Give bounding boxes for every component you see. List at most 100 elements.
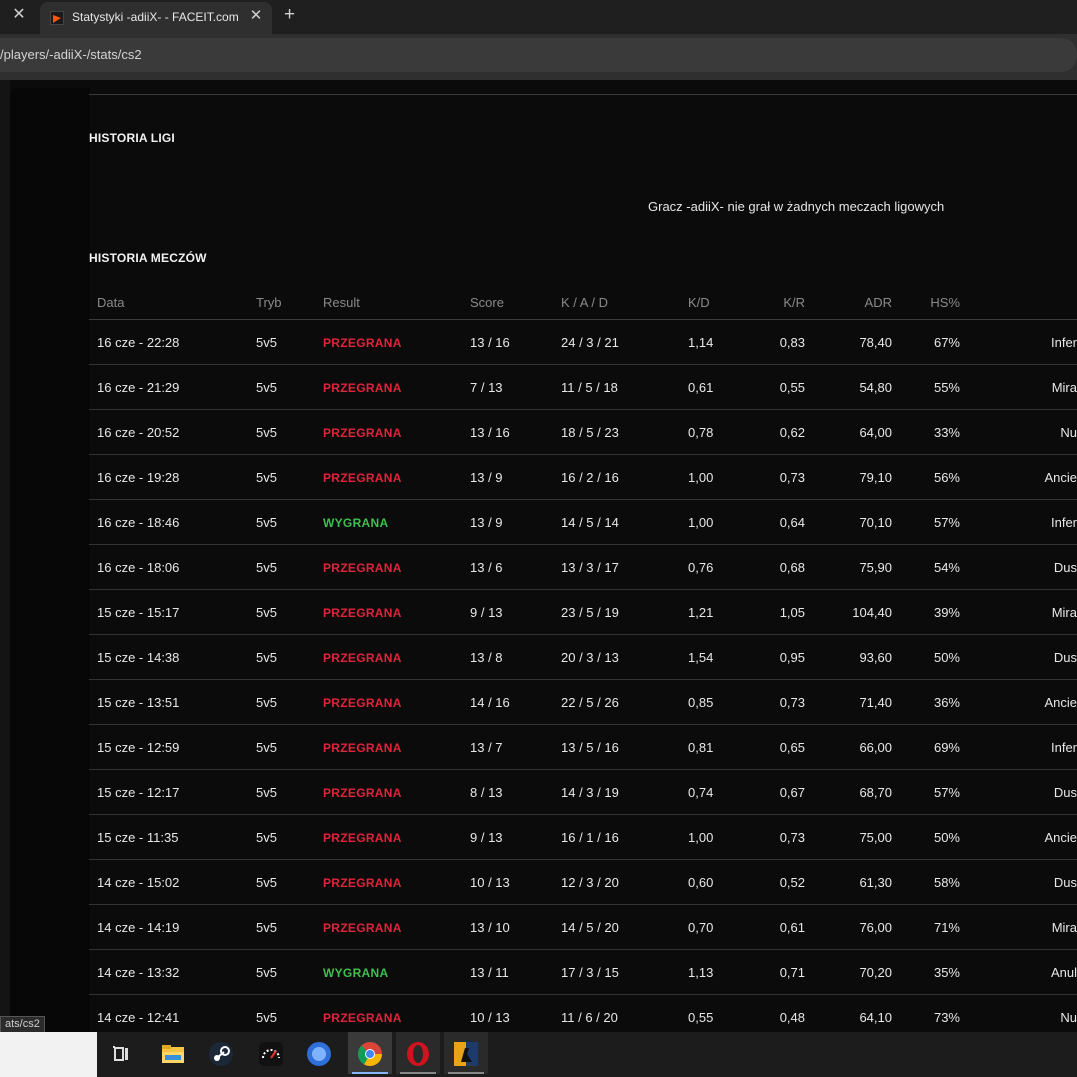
table-row[interactable]: 15 cze - 13:51 5v5 PRZEGRANA 14 / 16 22 / 5 …	[89, 680, 1077, 725]
cs-taskbar-item[interactable]	[444, 1032, 488, 1074]
table-row[interactable]: 16 cze - 21:29 5v5 PRZEGRANA 7 / 13 11 / 5 /…	[89, 365, 1077, 410]
cell-adr: 64,00	[859, 425, 892, 440]
col-mode[interactable]: Tryb	[256, 295, 282, 310]
cell-result: PRZEGRANA	[323, 336, 402, 350]
match-history-title: HISTORIA MECZÓW	[89, 251, 207, 265]
cell-map: Nu	[1060, 425, 1077, 440]
cell-adr: 75,90	[859, 560, 892, 575]
cell-hs: 58%	[933, 875, 960, 890]
task-view-icon[interactable]	[108, 1040, 136, 1068]
opera-taskbar-item[interactable]	[396, 1032, 440, 1074]
cell-kad: 13 / 5 / 16	[561, 740, 619, 755]
cell-score: 13 / 8	[470, 650, 503, 665]
url-field[interactable]: /players/-adiiX-/stats/cs2	[0, 38, 1077, 72]
cell-kd: 1,00	[688, 470, 714, 485]
cell-date: 14 cze - 12:41	[97, 1010, 180, 1025]
table-row[interactable]: 14 cze - 14:19 5v5 PRZEGRANA 13 / 10 14 / 5 …	[89, 905, 1077, 950]
steam-icon[interactable]	[207, 1040, 235, 1068]
col-result[interactable]: Result	[323, 295, 360, 310]
table-row[interactable]: 16 cze - 20:52 5v5 PRZEGRANA 13 / 16 18 / 5 …	[89, 410, 1077, 455]
running-indicator	[448, 1072, 484, 1074]
cell-score: 13 / 11	[470, 965, 509, 980]
cell-kad: 14 / 5 / 14	[561, 515, 619, 530]
cell-adr: 61,30	[859, 875, 892, 890]
cell-map: Nu	[1060, 1010, 1077, 1025]
cell-score: 13 / 9	[470, 515, 503, 530]
cell-kr: 0,61	[779, 920, 805, 935]
cell-mode: 5v5	[256, 920, 277, 935]
table-row[interactable]: 15 cze - 12:59 5v5 PRZEGRANA 13 / 7 13 / 5 /…	[89, 725, 1077, 770]
cell-adr: 54,80	[859, 380, 892, 395]
cell-date: 15 cze - 14:38	[97, 650, 180, 665]
cell-mode: 5v5	[256, 1010, 277, 1025]
cell-result: PRZEGRANA	[323, 651, 402, 665]
cell-date: 15 cze - 12:59	[97, 740, 180, 755]
cell-date: 16 cze - 19:28	[97, 470, 180, 485]
col-adr[interactable]: ADR	[824, 295, 892, 310]
cell-map: Infer	[1050, 740, 1077, 755]
table-row[interactable]: 15 cze - 12:17 5v5 PRZEGRANA 8 / 13 14 / 3 /…	[89, 770, 1077, 815]
col-date[interactable]: Data	[97, 295, 124, 310]
col-kd[interactable]: K/D	[688, 295, 710, 310]
cell-map: Infer	[1050, 515, 1077, 530]
speed-test-icon[interactable]	[257, 1040, 285, 1068]
table-row[interactable]: 15 cze - 15:17 5v5 PRZEGRANA 9 / 13 23 / 5 /…	[89, 590, 1077, 635]
table-row[interactable]: 15 cze - 14:38 5v5 PRZEGRANA 13 / 8 20 / 3 /…	[89, 635, 1077, 680]
cell-date: 15 cze - 12:17	[97, 785, 180, 800]
cell-adr: 68,70	[859, 785, 892, 800]
cell-adr: 70,20	[859, 965, 892, 980]
table-row[interactable]: 16 cze - 19:28 5v5 PRZEGRANA 13 / 9 16 / 2 /…	[89, 455, 1077, 500]
cell-map: Mira	[1051, 380, 1077, 395]
table-row[interactable]: 14 cze - 13:32 5v5 WYGRANA 13 / 11 17 / 3 / …	[89, 950, 1077, 995]
cell-kd: 0,74	[688, 785, 714, 800]
cell-adr: 78,40	[859, 335, 892, 350]
match-history-table: Data Tryb Result Score K / A / D K/D K/R…	[89, 280, 1077, 1040]
new-tab-button[interactable]: +	[284, 4, 295, 26]
tab-title: Statystyki -adiiX- - FACEIT.com	[72, 10, 239, 24]
table-row[interactable]: 14 cze - 15:02 5v5 PRZEGRANA 10 / 13 12 / 3 …	[89, 860, 1077, 905]
cell-score: 13 / 6	[470, 560, 503, 575]
cell-adr: 70,10	[859, 515, 892, 530]
cell-map: Dus	[1053, 650, 1077, 665]
table-row[interactable]: 15 cze - 11:35 5v5 PRZEGRANA 9 / 13 16 / 1 /…	[89, 815, 1077, 860]
close-prev-tab-icon[interactable]: ✕	[10, 6, 28, 24]
cell-adr: 75,00	[859, 830, 892, 845]
cell-kr: 0,73	[779, 830, 805, 845]
col-kr[interactable]: K/R	[749, 295, 805, 310]
cell-score: 13 / 10	[470, 920, 510, 935]
cell-kad: 14 / 3 / 19	[561, 785, 619, 800]
table-row[interactable]: 16 cze - 18:06 5v5 PRZEGRANA 13 / 6 13 / 3 /…	[89, 545, 1077, 590]
cell-adr: 76,00	[859, 920, 892, 935]
cell-result: PRZEGRANA	[323, 921, 402, 935]
cell-score: 13 / 16	[470, 425, 510, 440]
counter-strike-icon	[454, 1042, 478, 1066]
cell-kd: 1,00	[688, 830, 714, 845]
col-score[interactable]: Score	[470, 295, 504, 310]
tab-active[interactable]: Statystyki -adiiX- - FACEIT.com ✕	[40, 2, 272, 34]
windows-taskbar	[0, 1032, 1077, 1077]
file-explorer-icon[interactable]	[159, 1040, 187, 1068]
opera-icon	[407, 1042, 429, 1066]
cell-map: Dus	[1053, 875, 1077, 890]
left-panel	[10, 88, 90, 1032]
table-row[interactable]: 16 cze - 22:28 5v5 PRZEGRANA 13 / 16 24 / 3 …	[89, 320, 1077, 365]
col-kad[interactable]: K / A / D	[561, 295, 608, 310]
cell-mode: 5v5	[256, 515, 277, 530]
cell-adr: 66,00	[859, 740, 892, 755]
chrome-taskbar-item[interactable]	[348, 1032, 392, 1074]
cell-date: 16 cze - 21:29	[97, 380, 180, 395]
cell-date: 14 cze - 14:19	[97, 920, 180, 935]
table-row[interactable]: 16 cze - 18:46 5v5 WYGRANA 13 / 9 14 / 5 / 1…	[89, 500, 1077, 545]
col-hs[interactable]: HS%	[909, 295, 960, 310]
taskbar-search-box[interactable]	[0, 1032, 97, 1077]
cell-kd: 0,70	[688, 920, 714, 935]
cell-mode: 5v5	[256, 740, 277, 755]
cell-adr: 93,60	[859, 650, 892, 665]
cell-mode: 5v5	[256, 875, 277, 890]
cell-kr: 0,52	[779, 875, 805, 890]
cell-kd: 1,00	[688, 515, 714, 530]
cell-mode: 5v5	[256, 605, 277, 620]
cell-kad: 12 / 3 / 20	[561, 875, 619, 890]
blue-globe-icon[interactable]	[305, 1040, 333, 1068]
close-tab-icon[interactable]: ✕	[248, 8, 264, 24]
